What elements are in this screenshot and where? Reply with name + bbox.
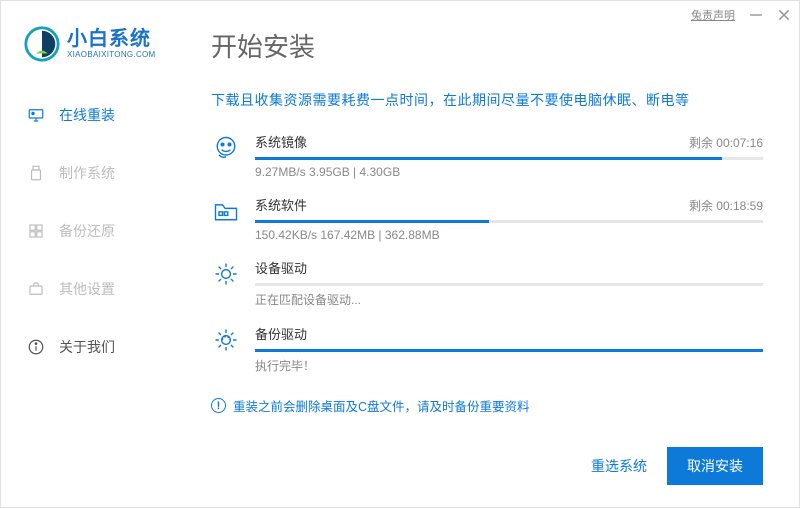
warning-text: 重装之前会删除桌面及C盘文件，请及时备份重要资料 — [233, 396, 530, 415]
usb-icon — [27, 164, 45, 182]
task-title: 系统镜像 — [255, 132, 307, 151]
disclaimer-link[interactable]: 兔责声明 — [691, 7, 735, 23]
main: 开始安装 下载且收集资源需要耗费一点时间，在此期间尽量不要使电脑休眠、断电等 系… — [197, 29, 799, 507]
cancel-install-button[interactable]: 取消安装 — [667, 447, 763, 485]
progress-bar — [255, 283, 763, 286]
info-icon — [27, 338, 45, 356]
nav-backup-restore[interactable]: 备份还原 — [23, 213, 177, 249]
container: 小白系统 XIAOBAIXITONG.COM 在线重装 制作系统 备份还原 其他… — [1, 29, 799, 507]
nav-other-settings[interactable]: 其他设置 — [23, 271, 177, 307]
grid-icon — [27, 222, 45, 240]
warning-icon: ! — [211, 398, 226, 413]
nav-label: 其他设置 — [59, 279, 115, 299]
nav-make-system[interactable]: 制作系统 — [23, 155, 177, 191]
notice-text: 下载且收集资源需要耗费一点时间，在此期间尽量不要使电脑休眠、断电等 — [211, 90, 763, 110]
task-title: 系统软件 — [255, 195, 307, 214]
nav-online-reinstall[interactable]: 在线重装 — [23, 97, 177, 133]
reselect-system-button[interactable]: 重选系统 — [591, 456, 647, 476]
gear-icon — [211, 260, 241, 290]
warning-row: ! 重装之前会删除桌面及C盘文件，请及时备份重要资料 — [211, 396, 763, 415]
page-title: 开始安装 — [211, 27, 763, 64]
progress-bar — [255, 157, 763, 160]
close-button[interactable] — [777, 8, 791, 22]
folder-icon — [211, 197, 241, 227]
logo: 小白系统 XIAOBAIXITONG.COM — [23, 25, 177, 63]
nav-label: 关于我们 — [59, 337, 115, 357]
task-detail: 9.27MB/s 3.95GB | 4.30GB — [255, 165, 763, 179]
progress-bar — [255, 220, 763, 223]
minimize-button[interactable] — [749, 8, 763, 22]
nav-list: 在线重装 制作系统 备份还原 其他设置 关于我们 — [23, 97, 177, 365]
nav-label: 在线重装 — [59, 105, 115, 125]
nav-about[interactable]: 关于我们 — [23, 329, 177, 365]
task-title: 设备驱动 — [255, 258, 307, 277]
footer: 重选系统 取消安装 — [211, 429, 763, 507]
task-backup-driver: 备份驱动 执行完毕！ — [211, 324, 763, 374]
logo-subtitle: XIAOBAIXITONG.COM — [67, 51, 156, 59]
task-system-software: 系统软件 剩余 00:18:59 150.42KB/s 167.42MB | 3… — [211, 195, 763, 242]
task-system-image: 系统镜像 剩余 00:07:16 9.27MB/s 3.95GB | 4.30G… — [211, 132, 763, 179]
briefcase-icon — [27, 280, 45, 298]
task-detail: 正在匹配设备驱动... — [255, 291, 763, 308]
nav-label: 备份还原 — [59, 221, 115, 241]
task-detail: 执行完毕！ — [255, 357, 763, 374]
task-detail: 150.42KB/s 167.42MB | 362.88MB — [255, 228, 763, 242]
task-device-driver: 设备驱动 正在匹配设备驱动... — [211, 258, 763, 308]
task-remaining: 剩余 00:07:16 — [689, 134, 763, 151]
nav-label: 制作系统 — [59, 163, 115, 183]
task-title: 备份驱动 — [255, 324, 307, 343]
gear-sync-icon — [211, 326, 241, 356]
image-icon — [211, 134, 241, 164]
task-remaining: 剩余 00:18:59 — [689, 197, 763, 214]
monitor-icon — [27, 106, 45, 124]
logo-title: 小白系统 — [67, 29, 156, 49]
progress-bar — [255, 349, 763, 352]
logo-icon — [23, 25, 61, 63]
sidebar: 小白系统 XIAOBAIXITONG.COM 在线重装 制作系统 备份还原 其他… — [1, 29, 197, 507]
